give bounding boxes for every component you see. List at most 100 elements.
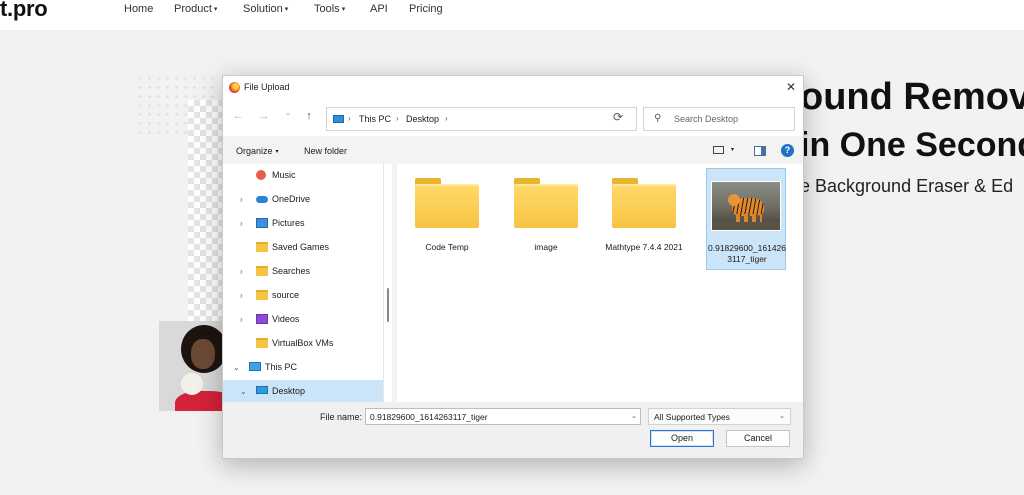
chevron-down-icon[interactable]: ▾ bbox=[731, 146, 734, 153]
tree-item-desktop[interactable]: ⌄ Desktop bbox=[223, 380, 383, 402]
preview-pane-icon[interactable] bbox=[754, 146, 766, 156]
file-name-label: 0.91829600_1614263117_tiger bbox=[708, 243, 786, 264]
sample-photo bbox=[159, 321, 225, 411]
file-list: Code Temp image Mathtype 7.4.4 2021 0.91… bbox=[397, 164, 803, 402]
nav-tools-label: Tools bbox=[314, 3, 340, 15]
file-name-input[interactable]: 0.91829600_1614263117_tiger ⌄ bbox=[365, 408, 641, 425]
tree-item-label: Saved Games bbox=[272, 242, 330, 252]
chevron-down-icon[interactable]: ⌄ bbox=[631, 412, 637, 420]
forward-button[interactable]: → bbox=[257, 110, 271, 122]
tree-item-label: Pictures bbox=[272, 218, 305, 228]
nav-product[interactable]: Product ▾ bbox=[174, 3, 217, 15]
chevron-down-icon: ▾ bbox=[284, 6, 289, 13]
refresh-button[interactable]: ⟳ bbox=[613, 110, 623, 124]
cloud-icon bbox=[256, 196, 268, 203]
tree-item-videos[interactable]: › Videos bbox=[223, 308, 383, 332]
navigation-scrollbar[interactable] bbox=[384, 164, 392, 402]
chevron-down-icon[interactable]: ⌄ bbox=[240, 387, 247, 396]
new-folder-button[interactable]: New folder bbox=[304, 146, 347, 156]
tree-item-searches[interactable]: › Searches bbox=[223, 260, 383, 284]
tree-item-onedrive[interactable]: › OneDrive bbox=[223, 188, 383, 212]
close-button[interactable]: ✕ bbox=[779, 76, 803, 98]
photo-flowers bbox=[181, 373, 203, 395]
up-button[interactable]: ↑ bbox=[302, 110, 316, 122]
open-button[interactable]: Open bbox=[650, 430, 714, 447]
tree-item-label: VirtualBox VMs bbox=[272, 338, 334, 348]
dialog-title: File Upload bbox=[244, 82, 290, 92]
breadcrumb-desktop[interactable]: Desktop bbox=[406, 114, 439, 124]
folder-icon bbox=[415, 178, 479, 228]
file-type-value: All Supported Types bbox=[654, 412, 730, 422]
chevron-right-icon[interactable]: › bbox=[240, 219, 243, 228]
chevron-down-icon: ▾ bbox=[341, 6, 346, 13]
tree-item-source[interactable]: › source bbox=[223, 284, 383, 308]
chevron-right-icon[interactable]: › bbox=[240, 195, 243, 204]
chevron-right-icon[interactable]: › bbox=[240, 291, 243, 300]
pictures-icon bbox=[256, 218, 268, 228]
file-type-select[interactable]: All Supported Types ⌄ bbox=[648, 408, 791, 425]
view-options-icon[interactable] bbox=[713, 146, 724, 154]
tiger-image-thumbnail bbox=[711, 181, 781, 231]
site-logo[interactable]: t.pro bbox=[0, 0, 48, 22]
file-name-label: Code Temp bbox=[425, 242, 469, 252]
dialog-footer: File name: 0.91829600_1614263117_tiger ⌄… bbox=[223, 402, 803, 458]
nav-api-label: API bbox=[370, 3, 388, 15]
breadcrumb-separator: › bbox=[396, 114, 399, 123]
file-name-value: 0.91829600_1614263117_tiger bbox=[370, 412, 488, 422]
dialog-titlebar[interactable]: File Upload ✕ bbox=[223, 76, 803, 98]
file-item-folder[interactable]: image bbox=[506, 174, 586, 274]
nav-tools[interactable]: Tools ▾ bbox=[314, 3, 345, 15]
folder-icon bbox=[256, 242, 268, 252]
tree-item-label: source bbox=[272, 290, 300, 300]
file-name-label: File name: bbox=[320, 412, 363, 422]
search-placeholder: Search Desktop bbox=[674, 114, 739, 124]
tree-item-music[interactable]: Music bbox=[223, 164, 383, 188]
chevron-right-icon[interactable]: › bbox=[240, 315, 243, 324]
file-item-folder[interactable]: Code Temp bbox=[407, 174, 487, 274]
organize-button[interactable]: Organize ▾ bbox=[236, 146, 279, 156]
hero-title-line-1: ound Remova bbox=[800, 76, 1024, 118]
cancel-button[interactable]: Cancel bbox=[726, 430, 790, 447]
nav-pricing[interactable]: Pricing bbox=[409, 3, 443, 15]
file-item-folder[interactable]: Mathtype 7.4.4 2021 bbox=[604, 174, 684, 274]
folder-icon bbox=[256, 290, 268, 300]
tree-item-saved-games[interactable]: Saved Games bbox=[223, 236, 383, 260]
chevron-down-icon: ▾ bbox=[213, 6, 218, 13]
file-item-image-selected[interactable]: 0.91829600_1614263117_tiger bbox=[706, 168, 786, 270]
navigation-pane: Music › OneDrive › Pictures Saved Games … bbox=[223, 164, 384, 402]
tree-item-label: Videos bbox=[272, 314, 300, 324]
chevron-down-icon: ⌄ bbox=[779, 413, 785, 420]
nav-home[interactable]: Home bbox=[124, 3, 153, 15]
pc-icon bbox=[249, 362, 261, 371]
breadcrumb-this-pc[interactable]: This PC bbox=[359, 114, 391, 124]
tree-item-this-pc[interactable]: ⌄ This PC bbox=[223, 356, 383, 380]
search-input[interactable]: ⚲ Search Desktop bbox=[643, 107, 795, 131]
tree-item-virtualbox-vms[interactable]: VirtualBox VMs bbox=[223, 332, 383, 356]
chevron-right-icon[interactable]: › bbox=[240, 267, 243, 276]
firefox-icon bbox=[229, 82, 240, 93]
nav-api[interactable]: API bbox=[370, 3, 388, 15]
folder-icon bbox=[256, 338, 268, 348]
music-icon bbox=[256, 170, 266, 180]
breadcrumb-separator: › bbox=[445, 114, 448, 123]
desktop-icon bbox=[256, 386, 268, 394]
nav-solution[interactable]: Solution ▾ bbox=[243, 3, 288, 15]
hero-subtitle: e Background Eraser & Ed bbox=[800, 176, 1014, 196]
tree-item-pictures[interactable]: › Pictures bbox=[223, 212, 383, 236]
address-bar[interactable]: › This PC › Desktop › ⌄ bbox=[326, 107, 698, 131]
back-button[interactable]: ← bbox=[231, 110, 245, 122]
tree-item-label: Music bbox=[272, 170, 296, 180]
search-icon: ⚲ bbox=[654, 113, 662, 124]
help-icon[interactable]: ? bbox=[781, 144, 794, 157]
recent-locations-button[interactable]: ⌄ bbox=[281, 107, 295, 118]
breadcrumb-separator: › bbox=[348, 114, 351, 123]
rock-ground bbox=[712, 222, 780, 230]
tree-item-label: This PC bbox=[265, 362, 298, 372]
videos-icon bbox=[256, 314, 268, 324]
tree-item-label: OneDrive bbox=[272, 194, 311, 204]
file-name-label: image bbox=[534, 242, 558, 252]
nav-product-label: Product bbox=[174, 3, 212, 15]
chevron-down-icon[interactable]: ⌄ bbox=[233, 363, 240, 372]
scrollbar-thumb[interactable] bbox=[387, 288, 389, 322]
tree-item-label: Searches bbox=[272, 266, 311, 276]
